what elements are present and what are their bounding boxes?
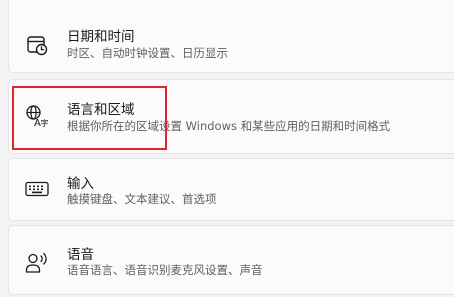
clock-calendar-icon <box>24 32 50 58</box>
svg-text:字: 字 <box>41 118 49 128</box>
settings-item-title: 语言和区域 <box>67 102 135 118</box>
settings-item-description: 触摸键盘、文本建议、首选项 <box>67 192 217 206</box>
settings-item-title: 日期和时间 <box>67 29 135 45</box>
speech-icon <box>24 249 50 275</box>
settings-item-title: 语音 <box>67 247 94 263</box>
settings-item-description: 语音语言、语音识别麦克风设置、声音 <box>67 263 263 277</box>
language-icon: A 字 <box>24 103 50 129</box>
settings-item-title: 输入 <box>67 176 94 192</box>
keyboard-icon <box>24 176 50 202</box>
settings-item-language-region[interactable]: A 字 语言和区域 根据你所在的区域设置 Windows 和某些应用的日期和时间… <box>8 79 454 154</box>
settings-item-speech[interactable]: 语音 语音语言、语音识别麦克风设置、声音 <box>8 225 454 295</box>
settings-item-date-time[interactable]: 日期和时间 时区、自动时钟设置、日历显示 <box>8 0 454 73</box>
settings-item-input[interactable]: 输入 触摸键盘、文本建议、首选项 <box>8 158 454 221</box>
settings-item-description: 时区、自动时钟设置、日历显示 <box>67 46 228 60</box>
settings-item-description: 根据你所在的区域设置 Windows 和某些应用的日期和时间格式 <box>67 119 391 133</box>
